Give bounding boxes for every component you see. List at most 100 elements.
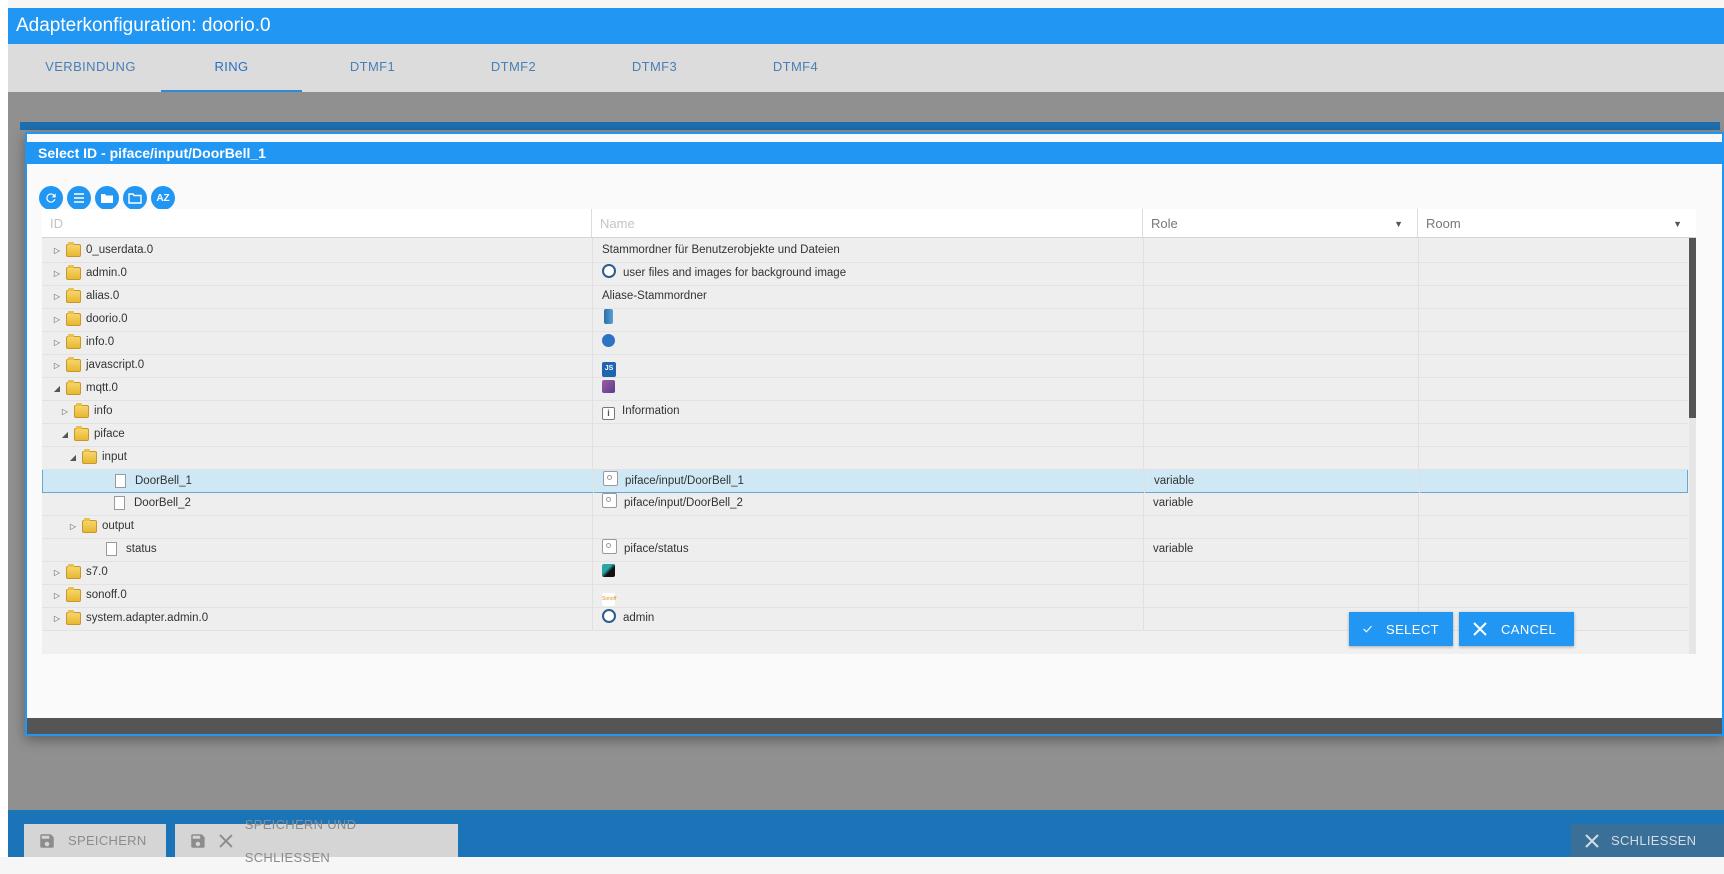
folder-icon	[74, 426, 89, 441]
tree-row[interactable]: ▷ info.0	[42, 330, 1688, 355]
expand-arrow-icon[interactable]: ▷	[60, 399, 70, 424]
object-name: user files and images for background ima…	[623, 267, 847, 279]
sort-az-icon[interactable]: AZ	[151, 186, 175, 210]
tree-row[interactable]: ▷ 0_userdata.0 Stammordner für Benutzerobj…	[42, 238, 1688, 263]
tree-row[interactable]: ▷ javascript.0 JS	[42, 353, 1688, 378]
collapse-arrow-icon[interactable]: ◢	[52, 376, 62, 401]
cancel-button[interactable]: CANCEL	[1459, 612, 1574, 646]
close-button[interactable]: SCHLIESSEN	[1571, 824, 1724, 857]
role-cell	[1144, 353, 1419, 377]
name-cell: piface/input/DoorBell_2	[593, 491, 1144, 515]
tab-dtmf2[interactable]: DTMF2	[443, 44, 584, 90]
name-cell	[593, 422, 1144, 446]
object-name: Stammordner für Benutzerobjekte und Date…	[602, 244, 840, 256]
list-icon[interactable]	[67, 186, 91, 210]
object-name: piface/input/DoorBell_1	[625, 475, 744, 487]
folder-icon	[66, 265, 81, 280]
object-id: javascript.0	[86, 359, 145, 371]
column-role-label: Role	[1151, 216, 1178, 231]
tab-dtmf4[interactable]: DTMF4	[725, 44, 866, 90]
id-cell: DoorBell_2	[42, 491, 593, 515]
tab-dtmf1[interactable]: DTMF1	[302, 44, 443, 90]
tab-dtmf3[interactable]: DTMF3	[584, 44, 725, 90]
room-cell	[1419, 261, 1688, 285]
expand-arrow-icon[interactable]: ▷	[68, 514, 78, 539]
object-id: DoorBell_2	[134, 497, 191, 509]
save-button[interactable]: SPEICHERN	[24, 824, 166, 857]
collapse-arrow-icon[interactable]: ◢	[60, 422, 70, 447]
expand-arrow-icon[interactable]: ▷	[52, 353, 62, 378]
expand-arrow-icon[interactable]: ▷	[52, 238, 62, 263]
tree-row[interactable]: ▷ admin.0 user files and images for backgr…	[42, 261, 1688, 286]
name-cell: admin	[593, 606, 1144, 630]
tree-row[interactable]: ▷ output	[42, 514, 1688, 539]
close-icon	[1585, 833, 1599, 848]
id-cell: ▷ 0_userdata.0	[42, 238, 593, 262]
id-cell: ◢ mqtt.0	[42, 376, 593, 400]
object-id: alias.0	[86, 290, 120, 302]
tree-row[interactable]: ▷ alias.0 Aliase-Stammordner	[42, 284, 1688, 309]
tree-row[interactable]: ◢ piface	[42, 422, 1688, 447]
tree-row[interactable]: ◢ mqtt.0	[42, 376, 1688, 401]
tree-row[interactable]: status piface/status variable	[42, 537, 1688, 562]
save-button-label: SPEICHERN	[68, 833, 147, 848]
close-button-label: SCHLIESSEN	[1611, 833, 1697, 848]
tree-row[interactable]: ▷ sonoff.0 Sonoff	[42, 583, 1688, 608]
close-icon	[219, 833, 233, 848]
tree-row[interactable]: ▷ s7.0	[42, 560, 1688, 585]
select-button[interactable]: SELECT	[1349, 612, 1453, 646]
tree-row[interactable]: ▷ doorio.0	[42, 307, 1688, 332]
scrollbar-thumb[interactable]	[1689, 238, 1696, 418]
object-id: output	[102, 520, 134, 532]
room-cell	[1419, 537, 1688, 561]
tree-row[interactable]: ▷ info i Information	[42, 399, 1688, 424]
save-and-close-button[interactable]: SPEICHERN UND SCHLIESSEN	[175, 817, 458, 865]
folder-open-icon[interactable]	[123, 186, 147, 210]
info-adapter-icon	[602, 334, 615, 347]
tab-verbindung[interactable]: VERBINDUNG	[20, 44, 161, 90]
expand-arrow-icon[interactable]: ▷	[52, 583, 62, 608]
collapse-arrow-icon[interactable]: ◢	[68, 445, 78, 470]
object-id: input	[102, 451, 127, 463]
room-cell	[1419, 583, 1688, 607]
column-room-filter[interactable]: Room ▼	[1418, 209, 1696, 237]
expand-arrow-icon[interactable]: ▷	[52, 307, 62, 332]
window-title: Adapterkonfiguration: doorio.0	[8, 8, 1724, 44]
footer-bar: SPEICHERN SPEICHERN UND SCHLIESSEN SCHLI…	[8, 810, 1724, 865]
name-cell: JS	[593, 353, 1144, 377]
state-icon	[602, 539, 617, 554]
tree-row[interactable]: ◢ input	[42, 445, 1688, 470]
role-cell	[1144, 238, 1419, 262]
room-cell	[1419, 514, 1688, 538]
role-cell	[1144, 560, 1419, 584]
column-room-label: Room	[1426, 216, 1461, 231]
object-id: sonoff.0	[86, 589, 127, 601]
tree-row[interactable]: DoorBell_1 piface/input/DoorBell_1 variabl…	[42, 468, 1688, 493]
folder-icon[interactable]	[95, 186, 119, 210]
file-icon	[106, 542, 117, 556]
object-id: doorio.0	[86, 313, 128, 325]
expand-arrow-icon[interactable]: ▷	[52, 560, 62, 585]
tab-bar: VERBINDUNG RING DTMF1 DTMF2 DTMF3 DTMF4	[8, 44, 1724, 92]
role-cell	[1144, 583, 1419, 607]
id-cell: ▷ sonoff.0	[42, 583, 593, 607]
expand-arrow-icon[interactable]: ▷	[52, 330, 62, 355]
expand-arrow-icon[interactable]: ▷	[52, 284, 62, 309]
object-name: Aliase-Stammordner	[602, 290, 707, 302]
column-name-header: Name	[592, 209, 1143, 237]
name-cell	[593, 560, 1144, 584]
name-cell: Aliase-Stammordner	[593, 284, 1144, 308]
id-cell: ▷ system.adapter.admin.0	[42, 606, 593, 630]
role-cell: variable	[1144, 537, 1419, 561]
column-role-filter[interactable]: Role ▼	[1143, 209, 1418, 237]
refresh-icon[interactable]	[39, 186, 63, 210]
role-cell	[1144, 330, 1419, 354]
checkmark-icon	[1363, 625, 1372, 633]
tree-row[interactable]: DoorBell_2 piface/input/DoorBell_2 variabl…	[42, 491, 1688, 516]
file-icon	[114, 496, 125, 510]
expand-arrow-icon[interactable]: ▷	[52, 261, 62, 286]
role-cell	[1144, 261, 1419, 285]
expand-arrow-icon[interactable]: ▷	[52, 606, 62, 631]
tab-ring[interactable]: RING	[161, 44, 302, 92]
id-cell: DoorBell_1	[43, 469, 594, 493]
